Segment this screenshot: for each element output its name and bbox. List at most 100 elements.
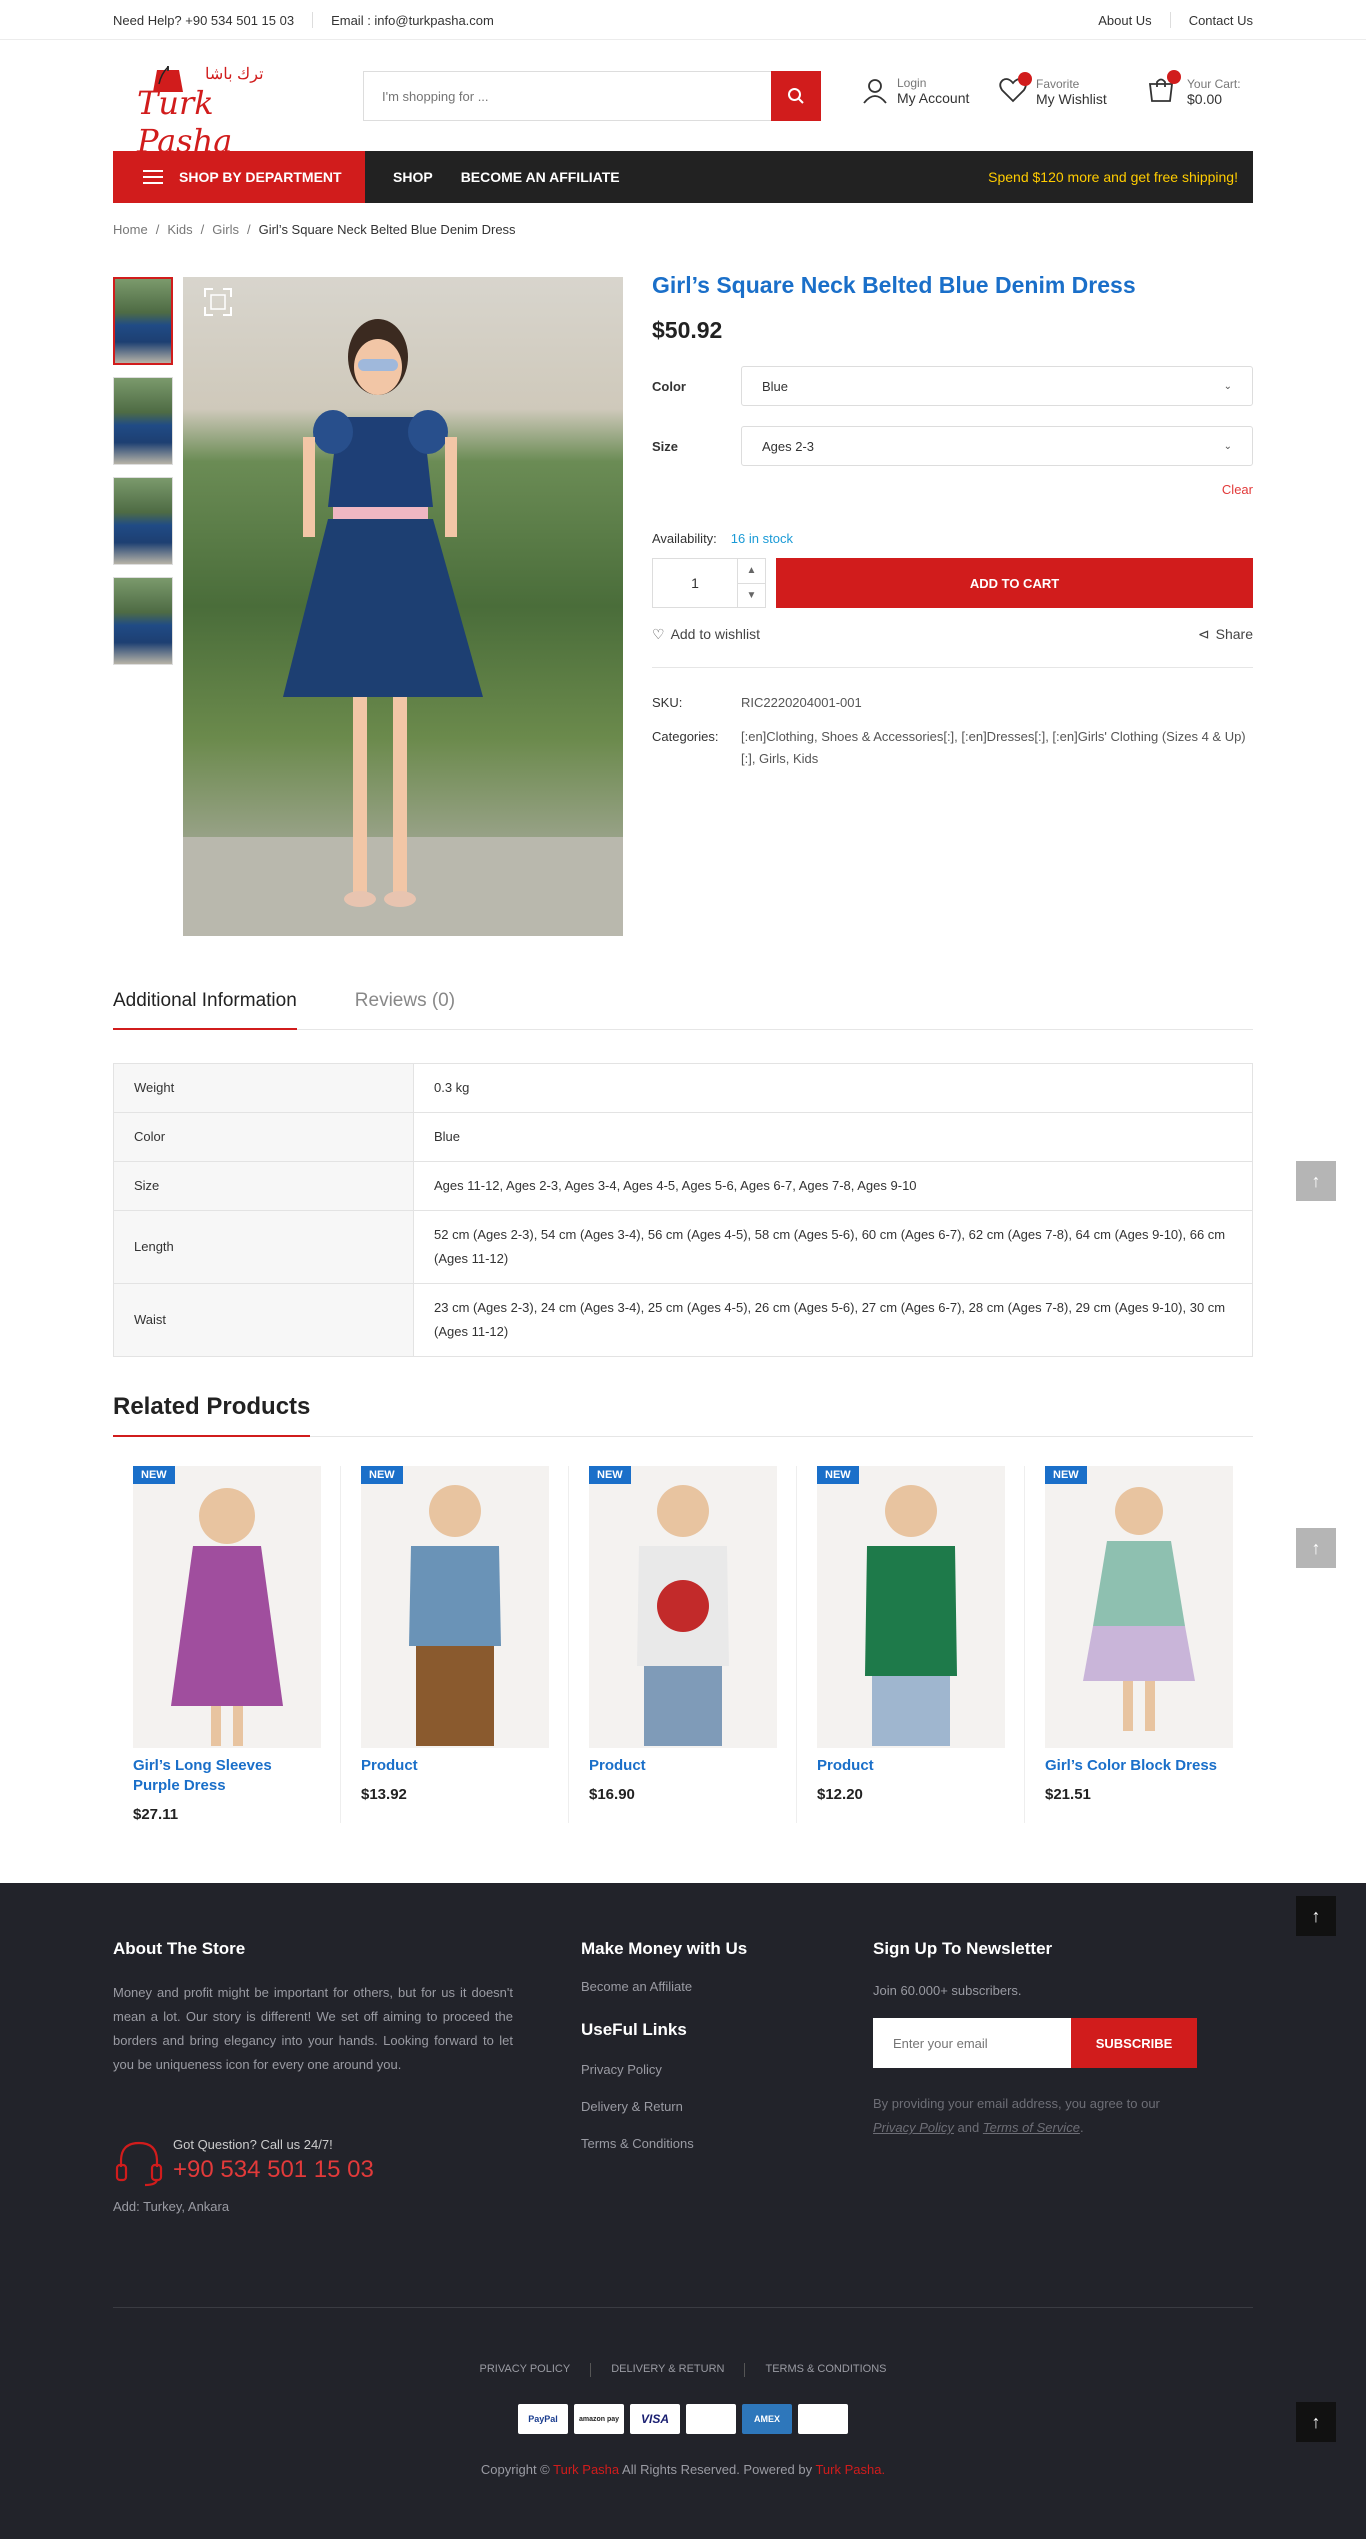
footer-divider [113,2307,1253,2308]
brand-link[interactable]: Turk Pasha [553,2462,619,2477]
footer-privacy-link[interactable]: Privacy Policy [581,2062,811,2077]
help-email[interactable]: Email : info@turkpasha.com [331,13,494,28]
product-thumbnail[interactable]: NEW [817,1466,1005,1748]
product-image[interactable] [183,277,623,936]
product-card[interactable]: NEW Product $16.90 [569,1466,797,1823]
cart-link[interactable]: Your Cart: $0.00 [1147,70,1241,107]
product-name[interactable]: Girl’s Color Block Dress [1045,1756,1233,1776]
footer-links: Make Money with Us Become an Affiliate U… [581,1939,811,2151]
bottom-privacy-link[interactable]: PRIVACY POLICY [480,2363,571,2377]
contact-block: Got Question? Call us 24/7! +90 534 501 … [113,2137,513,2189]
quantity-down-icon[interactable]: ▼ [738,584,765,608]
nav-shop[interactable]: SHOP [393,169,433,185]
user-icon [863,79,887,104]
clear-link[interactable]: Clear [652,482,1253,497]
quantity-input[interactable]: 1 [653,559,737,607]
arrow-up-icon: ↑ [1311,1905,1321,1926]
thumbnail[interactable] [113,477,173,565]
question-label: Got Question? Call us 24/7! [173,2137,333,2152]
help-phone[interactable]: Need Help? +90 534 501 15 03 [113,13,294,28]
search-input[interactable] [364,72,771,120]
search-button[interactable] [771,71,821,121]
product-card[interactable]: NEW Product $12.20 [797,1466,1025,1823]
subscribers-text: Join 60.000+ subscribers. [873,1983,1022,1998]
table-row: Size Ages 11-12, Ages 2-3, Ages 3-4, Ages… [113,1161,1253,1211]
product-meta: SKU: RIC2220204001-001 Categories: [:en]Cl… [652,692,1253,770]
wishlist-link[interactable]: Favorite My Wishlist [998,72,1107,107]
breadcrumb-home[interactable]: Home [113,222,148,237]
subscribe-button[interactable]: SUBSCRIBE [1071,2018,1197,2068]
add-to-cart-button[interactable]: ADD TO CART [776,558,1253,608]
nav-affiliate[interactable]: BECOME AN AFFILIATE [461,169,620,185]
thumbnail[interactable] [113,277,173,365]
arrow-up-icon: ↑ [1311,1170,1321,1191]
consent-privacy-link[interactable]: Privacy Policy [873,2120,954,2135]
breadcrumb-girls[interactable]: Girls [212,222,239,237]
arrow-up-icon: ↑ [1311,1537,1321,1558]
tab-reviews[interactable]: Reviews (0) [355,990,455,1030]
add-to-wishlist-link[interactable]: ♡ Add to wishlist [652,626,760,643]
account-link[interactable]: Login My Account [861,76,969,106]
child-photo [171,1488,283,1746]
money-title: Make Money with Us [581,1939,748,1958]
attr-name: Weight [113,1063,414,1113]
bottom-terms-link[interactable]: TERMS & CONDITIONS [765,2363,886,2377]
thumbnail-list [113,277,173,677]
expand-icon[interactable] [203,287,233,317]
scroll-to-top-button[interactable]: ↑ [1296,1161,1336,1201]
related-products-list: NEW Girl’s Long Sleeves Purple Dress $27… [113,1466,1253,1823]
color-select[interactable]: Blue ⌄ [741,366,1253,406]
stock-status: 16 in stock [730,531,793,546]
attr-value: 0.3 kg [413,1063,1253,1113]
chevron-down-icon: ⌄ [1223,380,1232,392]
categories-value[interactable]: [:en]Clothing, Shoes & Accessories[:], [… [741,726,1253,770]
product-card[interactable]: NEW Girl’s Color Block Dress $21.51 [1025,1466,1253,1823]
product-card[interactable]: NEW Product $13.92 [341,1466,569,1823]
consent-terms-link[interactable]: Terms of Service [983,2120,1080,2135]
cart-row: 1 ▲ ▼ ADD TO CART [652,558,1253,608]
email-field[interactable] [873,2018,1071,2068]
breadcrumb-kids[interactable]: Kids [167,222,192,237]
size-select[interactable]: Ages 2-3 ⌄ [741,426,1253,466]
footer-bottom-links: PRIVACY POLICY DELIVERY & RETURN TERMS &… [0,2363,1366,2377]
footer-terms-link[interactable]: Terms & Conditions [581,2136,811,2151]
product-thumbnail[interactable]: NEW [133,1466,321,1748]
scroll-to-top-button[interactable]: ↑ [1296,1896,1336,1936]
product-thumbnail[interactable]: NEW [361,1466,549,1748]
product-name[interactable]: Product [361,1756,548,1776]
table-row: Waist 23 cm (Ages 2-3), 24 cm (Ages 3-4),… [113,1283,1253,1357]
brand-link[interactable]: Turk Pasha. [815,2462,885,2477]
share-icon: ⊲ [1197,626,1210,642]
thumbnail[interactable] [113,577,173,665]
product-name[interactable]: Product [589,1756,776,1776]
bottom-delivery-link[interactable]: DELIVERY & RETURN [611,2363,724,2377]
share-link[interactable]: ⊲ Share [1198,626,1253,643]
about-link[interactable]: About Us [1098,13,1151,28]
product-card[interactable]: NEW Girl’s Long Sleeves Purple Dress $27… [113,1466,341,1823]
product-name[interactable]: Girl’s Long Sleeves Purple Dress [133,1756,320,1796]
footer-affiliate-link[interactable]: Become an Affiliate [581,1979,811,1994]
attr-name: Color [113,1112,414,1162]
product-name[interactable]: Product [817,1756,1004,1776]
sku-label: SKU: [652,695,683,710]
divider [312,12,314,28]
footer-phone[interactable]: +90 534 501 15 03 [173,2156,374,2184]
product-thumbnail[interactable]: NEW [1045,1466,1233,1748]
new-badge: NEW [361,1466,403,1484]
thumbnail[interactable] [113,377,173,465]
contact-link[interactable]: Contact Us [1189,13,1253,28]
footer-delivery-link[interactable]: Delivery & Return [581,2099,811,2114]
quantity-up-icon[interactable]: ▲ [738,559,765,584]
attr-value: 52 cm (Ages 2-3), 54 cm (Ages 3-4), 56 c… [413,1210,1253,1284]
scroll-to-top-button[interactable]: ↑ [1296,1528,1336,1568]
availability: Availability: 16 in stock [652,531,1253,546]
tab-additional-information[interactable]: Additional Information [113,990,297,1030]
maestro-icon: maestro [686,2404,736,2434]
logo[interactable]: Turk Pasha ترك باشا [113,62,303,160]
product-thumbnail[interactable]: NEW [589,1466,777,1748]
footer-newsletter: Sign Up To Newsletter Join 60.000+ subsc… [873,1939,1203,2140]
logo-text: Turk Pasha [137,84,233,160]
department-menu-button[interactable]: SHOP BY DEPARTMENT [113,151,365,203]
payment-methods: PayPal amazon pay VISA maestro AMEX mast… [0,2404,1366,2434]
search-icon [788,88,804,104]
